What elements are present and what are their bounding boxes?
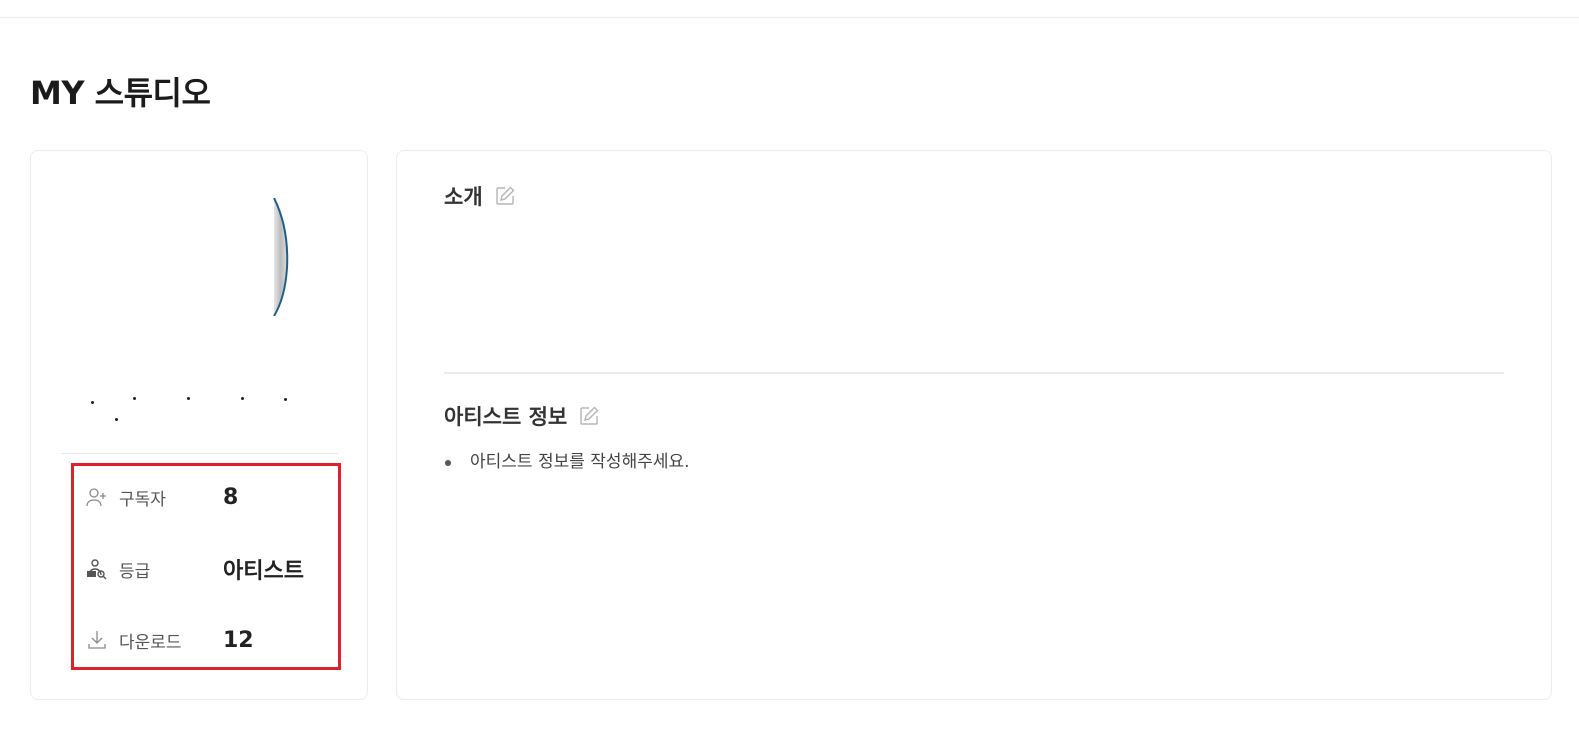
stat-value: 아티스트: [223, 559, 304, 584]
avatar: [273, 198, 289, 316]
download-icon: [85, 628, 109, 652]
stat-value: 8: [223, 484, 239, 510]
profile-divider: [61, 453, 339, 454]
artist-info-title: 아티스트 정보: [444, 405, 568, 429]
artist-info-section-header: 아티스트 정보: [444, 401, 601, 431]
user-plus-icon: [85, 485, 109, 509]
intro-title: 소개: [444, 185, 483, 209]
grade-icon: [85, 557, 109, 581]
edit-intro-icon[interactable]: [493, 184, 517, 208]
profile-name: [91, 389, 321, 423]
info-card: 소개 아티스트 정보 아티스트 정보를 작성해주세요.: [396, 150, 1552, 700]
list-item: 아티스트 정보를 작성해주세요.: [444, 449, 690, 475]
stat-subscribers: 구독자 8: [85, 482, 335, 512]
stat-grade: 등급 아티스트: [85, 554, 335, 584]
profile-stats: 구독자 8 등급 아티스트 다운로드 12: [71, 463, 341, 670]
top-divider: [0, 17, 1579, 18]
intro-section-header: 소개: [444, 181, 517, 211]
page-title: MY 스튜디오: [30, 74, 211, 112]
stat-value: 12: [223, 627, 254, 653]
section-divider: [444, 372, 1504, 374]
stat-label: 구독자: [119, 489, 166, 510]
stat-downloads: 다운로드 12: [85, 625, 335, 655]
stat-label: 등급: [119, 561, 151, 582]
artist-info-list: 아티스트 정보를 작성해주세요.: [444, 449, 690, 475]
stat-label: 다운로드: [119, 632, 182, 653]
edit-artist-info-icon[interactable]: [577, 404, 601, 428]
profile-card: 구독자 8 등급 아티스트 다운로드 12: [30, 150, 368, 700]
